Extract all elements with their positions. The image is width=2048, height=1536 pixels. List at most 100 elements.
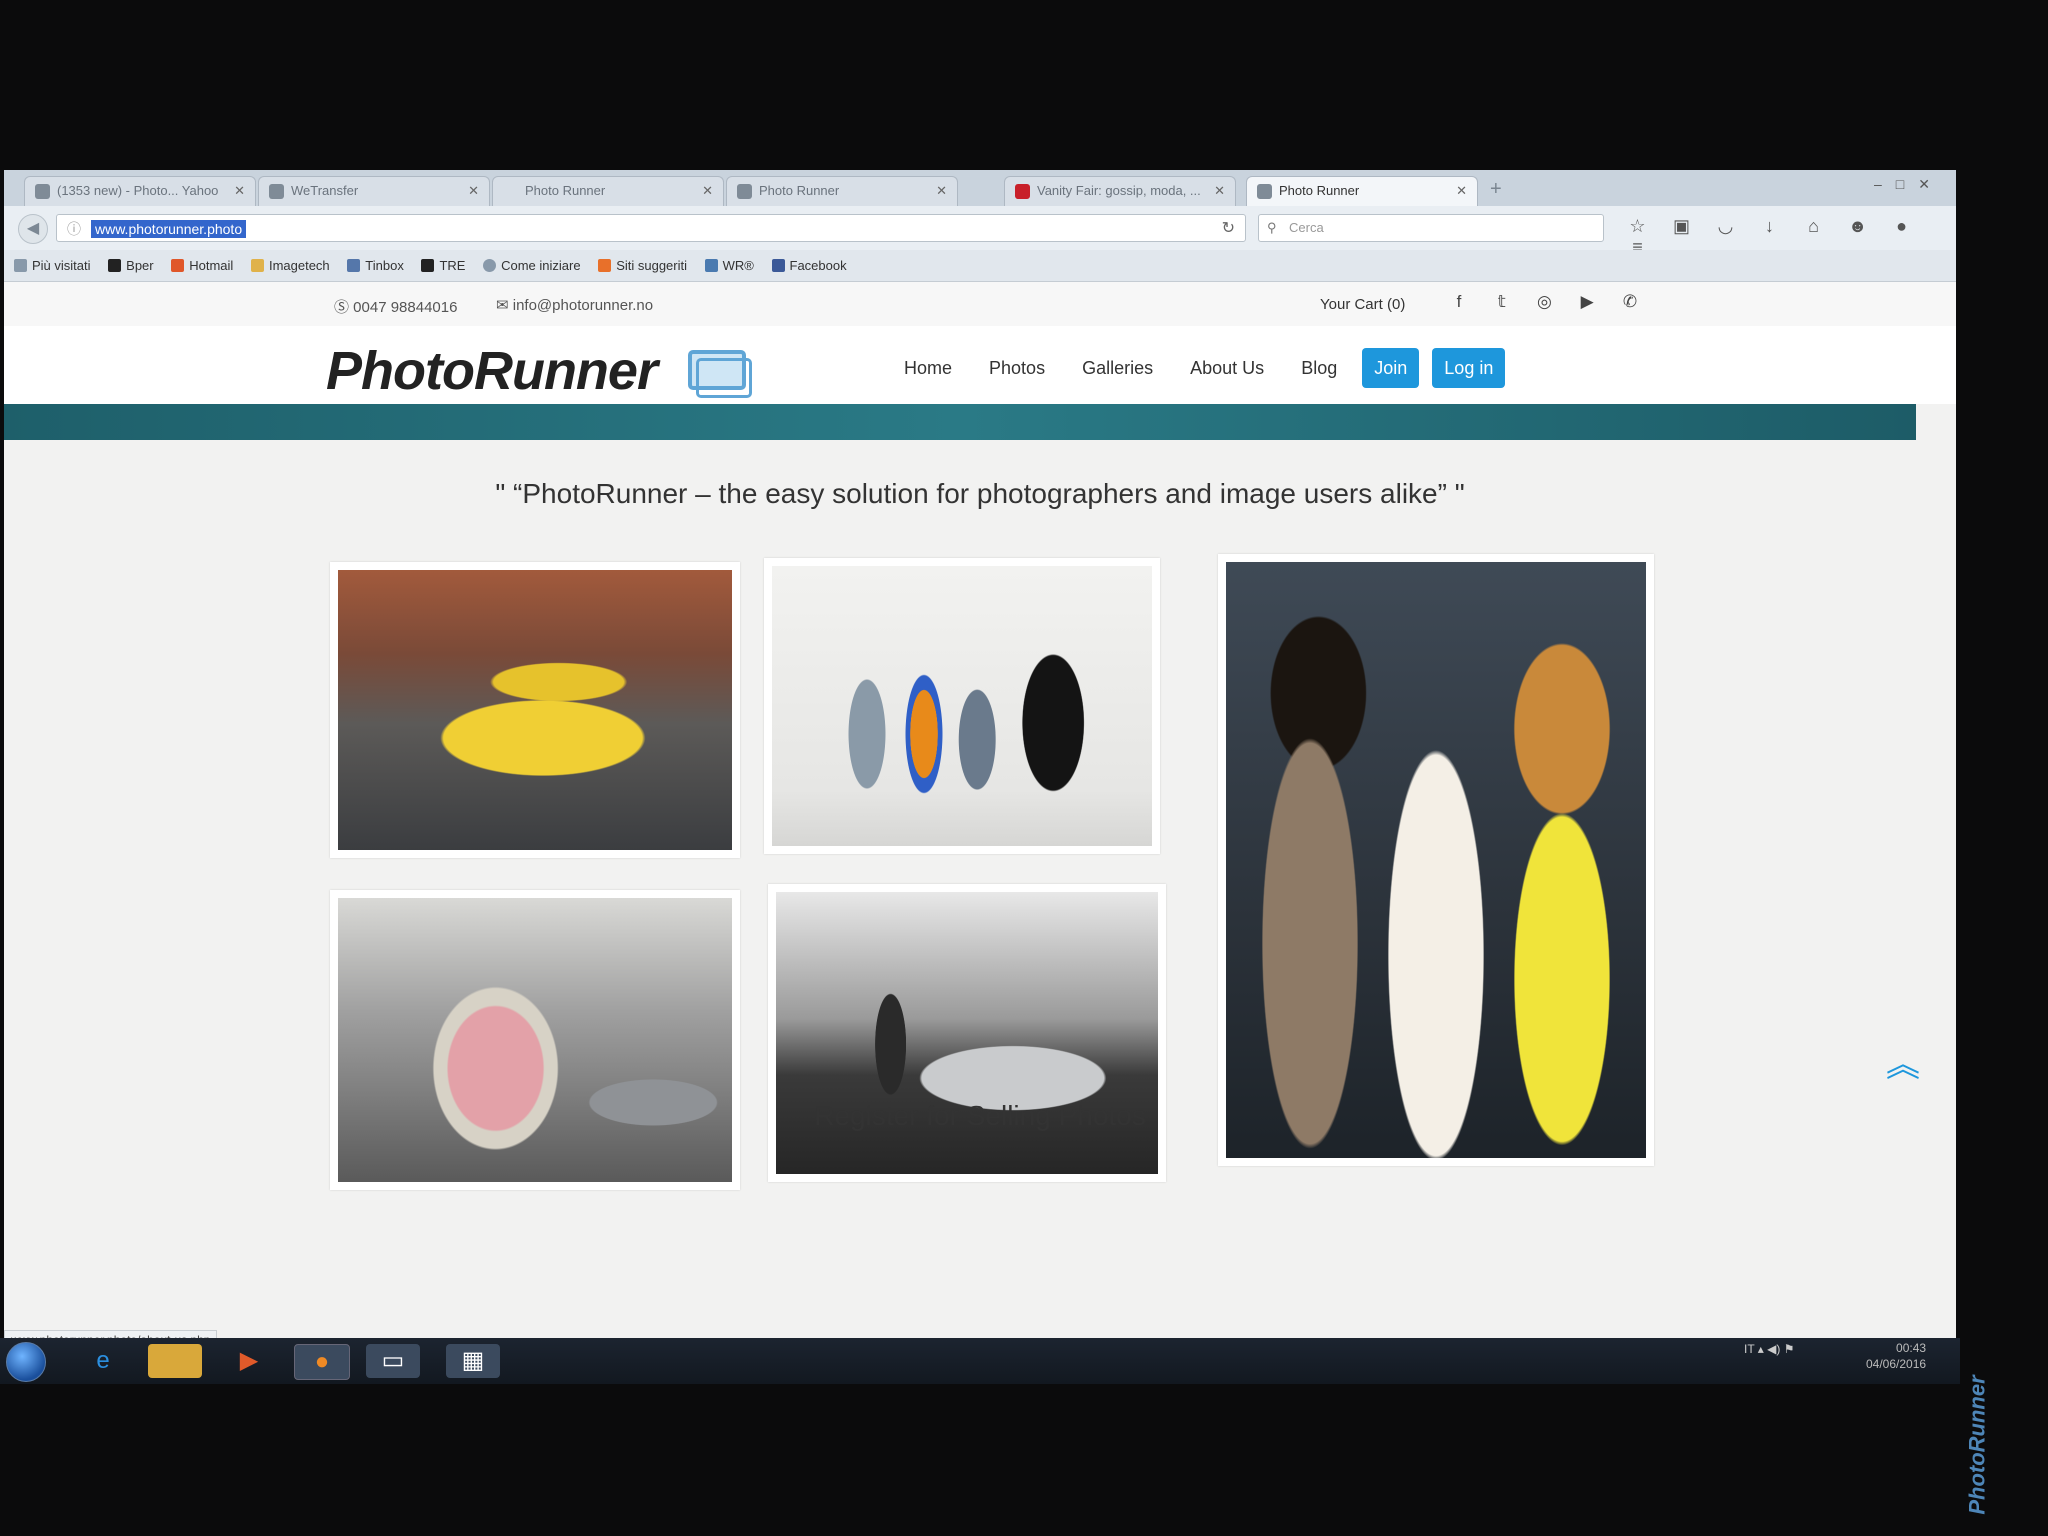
system-clock[interactable]: 00:43 04/06/2016 <box>1866 1340 1926 1372</box>
main-navigation: Home Photos Galleries About Us Blog Join… <box>904 348 1513 388</box>
chevron-up-icon[interactable]: ▴ <box>1758 1342 1767 1356</box>
close-icon[interactable]: ✕ <box>468 177 479 205</box>
volume-icon[interactable]: ◀) <box>1767 1342 1784 1356</box>
tab-photorunner-active[interactable]: Photo Runner ✕ <box>1246 176 1478 206</box>
nav-blog[interactable]: Blog <box>1301 348 1337 388</box>
bookmark-item[interactable]: WR® <box>704 250 754 282</box>
bookmark-star-icon[interactable]: ☆ <box>1618 216 1657 237</box>
cart-link[interactable]: Your Cart (0) <box>1320 296 1405 313</box>
youtube-icon[interactable]: ▶ <box>1568 292 1606 312</box>
whatsapp-icon[interactable]: ✆ <box>1611 292 1649 312</box>
url-text[interactable]: www.photorunner.photo <box>91 220 247 238</box>
language-indicator[interactable]: IT <box>1744 1342 1754 1356</box>
bookmark-item[interactable]: Imagetech <box>250 250 330 282</box>
media-player-icon[interactable]: ▶ <box>222 1344 276 1378</box>
bookmark-item[interactable]: Hotmail <box>171 250 233 282</box>
search-placeholder: Cerca <box>1289 220 1324 235</box>
info-icon[interactable]: ⓘ <box>67 219 81 239</box>
tab-label: Vanity Fair: gossip, moda, ... <box>1037 183 1201 198</box>
bookmark-item[interactable]: Siti suggeriti <box>598 250 687 282</box>
facebook-icon <box>771 259 785 272</box>
internet-explorer-icon[interactable]: e <box>76 1344 130 1378</box>
browser-window: (1353 new) - Photo... Yahoo ✕ WeTransfer… <box>4 170 1956 1350</box>
nav-galleries[interactable]: Galleries <box>1082 348 1153 388</box>
tab-label: WeTransfer <box>291 183 359 198</box>
tab-wetransfer[interactable]: WeTransfer ✕ <box>258 176 490 206</box>
photo-image <box>1226 562 1646 1158</box>
tab-photorunner-2[interactable]: Photo Runner ✕ <box>726 176 958 206</box>
home-icon[interactable]: ⌂ <box>1794 216 1833 237</box>
tab-photorunner-1[interactable]: Photo Runner ✕ <box>492 176 724 206</box>
twitter-icon[interactable]: 𝕥 <box>1483 292 1521 312</box>
bookmark-item[interactable]: Più visitati <box>14 250 91 282</box>
tab-label: Photo Runner <box>525 183 606 198</box>
bookmark-item[interactable]: Tinbox <box>347 250 404 282</box>
photo-image <box>338 570 732 850</box>
bookmark-label: Siti suggeriti <box>616 258 687 273</box>
bookmark-item[interactable]: Facebook <box>771 250 847 282</box>
firefox-icon[interactable]: ● <box>294 1344 350 1380</box>
pocket-icon[interactable]: ◡ <box>1706 216 1745 237</box>
window-controls[interactable]: –□✕ <box>1874 176 1944 193</box>
close-icon[interactable]: ✕ <box>702 177 713 205</box>
calendar-icon[interactable]: ▦ <box>446 1344 500 1378</box>
search-icon: ⚲ <box>1267 220 1277 235</box>
bookmark-label: TRE <box>439 258 466 273</box>
scroll-to-top-icon[interactable]: ︽ <box>1886 1048 1920 1082</box>
photo-photographer[interactable] <box>330 890 740 1190</box>
site-header: PhotoRunner Home Photos Galleries About … <box>4 326 1956 404</box>
phone-contact[interactable]: Ⓢ 0047 98844016 <box>334 296 457 317</box>
photo-yellow-car[interactable] <box>330 562 740 858</box>
clock-date: 04/06/2016 <box>1866 1357 1927 1371</box>
close-icon[interactable]: ✕ <box>234 177 245 205</box>
bookmark-label: Come iniziare <box>501 258 581 273</box>
bookmark-item[interactable]: TRE <box>421 250 465 282</box>
nav-about-us[interactable]: About Us <box>1190 348 1264 388</box>
join-button[interactable]: Join <box>1362 348 1420 388</box>
photorunner-favicon-icon <box>1257 184 1272 199</box>
close-icon[interactable]: ✕ <box>936 177 947 205</box>
window-icon[interactable]: ▭ <box>366 1344 420 1378</box>
close-icon[interactable]: ✕ <box>1214 177 1225 205</box>
navigation-bar: ◀ ⓘ www.photorunner.photo ↻ ⚲ Cerca ☆ ▣ … <box>4 206 1956 257</box>
photo-silver-porsche[interactable] <box>768 884 1166 1182</box>
web-page: Ⓢ 0047 98844016 ✉ info@photorunner.no Yo… <box>4 282 1956 1350</box>
url-bar[interactable]: ⓘ www.photorunner.photo ↻ <box>56 214 1246 242</box>
wetransfer-icon <box>269 184 284 199</box>
bookmark-icon <box>108 259 122 272</box>
bookmark-item[interactable]: Come iniziare <box>483 250 581 282</box>
chat-icon[interactable]: ☻ <box>1838 216 1877 237</box>
bookmark-item[interactable]: Bper <box>108 250 154 282</box>
site-logo[interactable]: PhotoRunner <box>326 340 752 402</box>
tab-bar: (1353 new) - Photo... Yahoo ✕ WeTransfer… <box>4 170 1956 207</box>
bookmark-label: WR® <box>722 258 754 273</box>
login-button[interactable]: Log in <box>1432 348 1506 388</box>
nav-home[interactable]: Home <box>904 348 952 388</box>
start-button[interactable] <box>6 1342 46 1382</box>
new-tab-button[interactable]: + <box>1490 178 1502 201</box>
facebook-icon[interactable]: f <box>1440 292 1478 312</box>
email-contact[interactable]: ✉ info@photorunner.no <box>496 296 653 314</box>
file-explorer-icon[interactable] <box>148 1344 202 1378</box>
clipboard-icon[interactable]: ▣ <box>1662 216 1701 237</box>
search-input[interactable]: ⚲ Cerca <box>1258 214 1604 242</box>
back-button[interactable]: ◀ <box>18 214 48 244</box>
tab-vanity-fair[interactable]: Vanity Fair: gossip, moda, ... ✕ <box>1004 176 1236 206</box>
nav-photos[interactable]: Photos <box>989 348 1045 388</box>
reload-icon[interactable]: ↻ <box>1222 218 1235 238</box>
windows-icon <box>171 259 185 272</box>
bookmark-label: Hotmail <box>189 258 234 273</box>
folder-icon <box>250 259 264 272</box>
mail-icon <box>35 184 50 199</box>
photo-family[interactable] <box>764 558 1160 854</box>
download-icon[interactable]: ↓ <box>1750 216 1789 237</box>
photo-three-women[interactable] <box>1218 554 1654 1166</box>
flag-icon[interactable]: ⚑ <box>1784 1342 1795 1356</box>
addon-icon[interactable]: ● <box>1882 216 1921 237</box>
watermark: PhotoRunner <box>1960 1370 1990 1530</box>
instagram-icon[interactable]: ◎ <box>1525 292 1563 312</box>
tab-mail[interactable]: (1353 new) - Photo... Yahoo ✕ <box>24 176 256 206</box>
register-heading: Register for Selling Photos <box>814 1100 1146 1131</box>
bookmark-label: Più visitati <box>32 258 91 273</box>
close-icon[interactable]: ✕ <box>1456 177 1467 205</box>
